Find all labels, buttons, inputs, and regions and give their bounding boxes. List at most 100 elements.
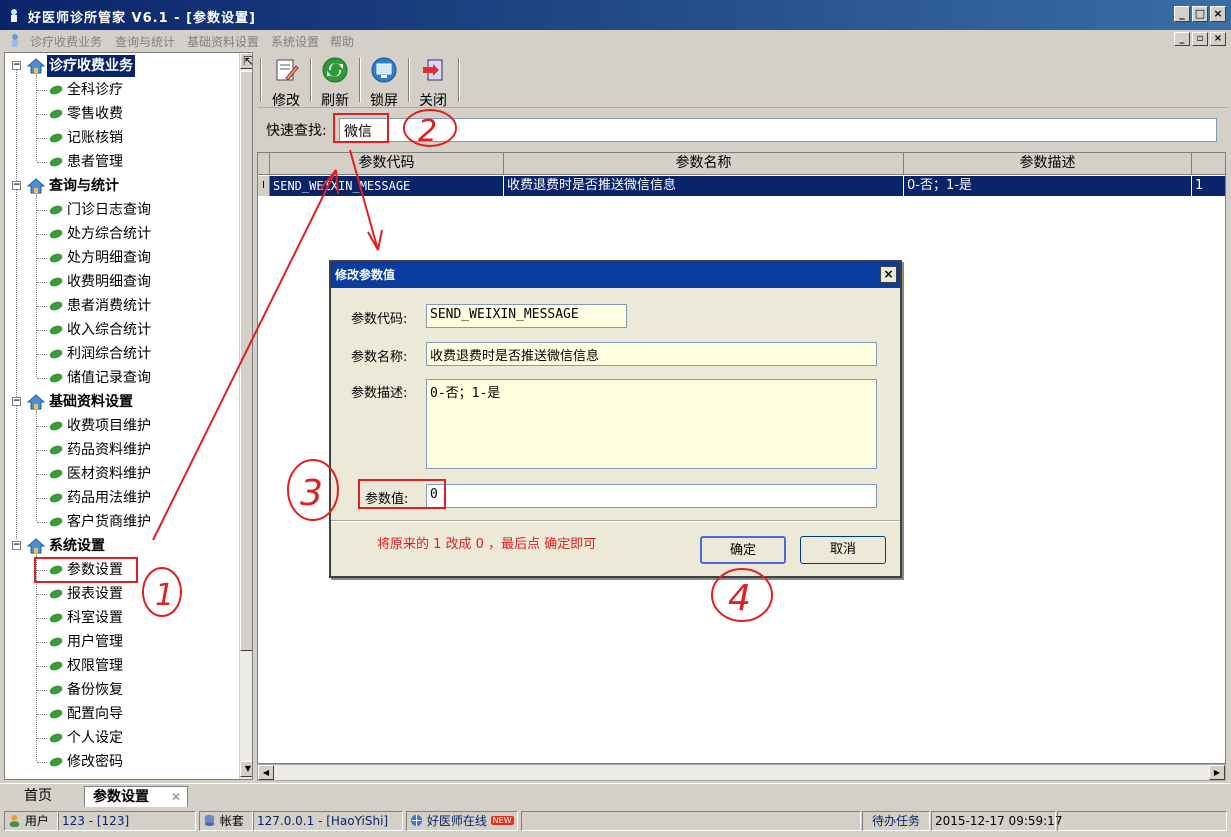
cell-name[interactable]: 收费退费时是否推送微信信息 [504,176,904,196]
scroll-down-icon[interactable]: ▼ [240,761,252,777]
collapse-icon[interactable]: − [12,397,21,406]
leaf-icon [49,301,63,311]
leaf-icon [49,85,63,95]
leaf-icon [49,661,63,671]
status-spacer [521,811,861,831]
tree-group-basic-data[interactable]: − 基础资料设置 [5,391,235,413]
edit-param-dialog: 修改参数值 × 参数代码: SEND_WEIXIN_MESSAGE 参数名称: … [329,260,902,578]
leaf-icon [49,325,63,335]
status-user-value: 123 - [123] [58,811,196,831]
code-field[interactable]: SEND_WEIXIN_MESSAGE [426,304,627,328]
name-field[interactable]: 收费退费时是否推送微信信息 [426,342,877,366]
todo-tasks-link[interactable]: 待办任务 [862,811,930,831]
status-user-label: 用户 [4,811,58,831]
col-header-name[interactable]: 参数名称 [504,153,904,175]
desc-label: 参数描述: [351,386,408,401]
leaf-icon [49,373,63,383]
collapse-icon[interactable]: − [12,61,21,70]
cell-code[interactable]: SEND_WEIXIN_MESSAGE [270,176,504,196]
leaf-icon [49,613,63,623]
menu-basic-data[interactable]: 基础资料设置 [187,33,259,50]
online-link[interactable]: 好医师在线 NEW [406,811,518,831]
leaf-icon [49,757,63,767]
exit-icon [423,59,443,81]
mdi-close-button[interactable]: × [1210,32,1226,46]
lock-screen-button[interactable]: 锁屏 [360,56,408,109]
leaf-icon [49,685,63,695]
maximize-button[interactable]: □ [1192,6,1208,22]
window-title: 好医师诊所管家 V6.1 - [参数设置] [28,11,256,26]
leaf-icon [49,277,63,287]
tree-group-label: 查询与统计 [49,178,119,194]
highlight-param-settings [34,557,138,583]
scroll-thumb[interactable] [240,71,252,651]
status-account-value: 127.0.0.1 - [HaoYiShi] [253,811,403,831]
dialog-title-bar: 修改参数值 × [331,262,900,288]
tree-group-system[interactable]: − 系统设置 [5,535,235,557]
collapse-icon[interactable]: − [12,541,21,550]
refresh-button[interactable]: 刷新 [311,56,359,109]
house-icon [27,178,45,194]
close-window-button[interactable]: 关闭 [409,56,457,109]
dialog-close-button[interactable]: × [880,266,897,283]
menu-app-icon [12,34,18,47]
house-icon [27,394,45,410]
leaf-icon [49,445,63,455]
cell-desc[interactable]: 0-否；1-是 [904,176,1192,196]
leaf-icon [49,109,63,119]
document-tabs: 首页 参数设置 ✕ [0,783,1231,807]
leaf-icon [49,421,63,431]
leaf-icon [49,493,63,503]
col-header-desc[interactable]: 参数描述 [904,153,1192,175]
tree-group-query[interactable]: − 查询与统计 [5,175,235,197]
scroll-left-icon[interactable]: ◀ [258,765,274,780]
tree-group-clinic[interactable]: − 诊疗收费业务 [5,55,235,77]
house-icon [27,58,45,74]
nav-tree: − 诊疗收费业务 全科诊疗 零售收费 记账核销 患者管理 − 查询与统计 门诊日… [4,52,253,780]
ok-button[interactable]: 确定 [700,536,786,564]
value-field[interactable]: 0 [426,484,877,508]
cell-value[interactable]: 1 [1192,176,1225,196]
leaf-icon [49,133,63,143]
leaf-icon [49,253,63,263]
code-label: 参数代码: [351,312,408,327]
grid-hscrollbar[interactable]: ◀ ▶ [257,764,1226,781]
tab-param-settings[interactable]: 参数设置 ✕ [84,786,188,807]
menu-clinic[interactable]: 诊疗收费业务 [30,33,102,50]
scroll-right-icon[interactable]: ▶ [1209,765,1225,780]
status-spacer-right [1057,811,1227,831]
row-header-corner [258,153,270,175]
tree-group-label: 诊疗收费业务 [47,55,135,77]
leaf-icon [49,229,63,239]
mdi-minimize-button[interactable]: _ [1174,32,1190,46]
database-icon [204,814,215,827]
highlight-value [358,479,446,509]
close-button[interactable]: × [1210,6,1226,22]
leaf-icon [49,469,63,479]
pin-icon[interactable]: ⇱ [240,53,252,69]
globe-icon [410,814,423,827]
desc-field[interactable]: 0-否；1-是 [426,379,877,469]
edit-button[interactable]: 修改 [262,56,310,109]
menu-system[interactable]: 系统设置 [271,33,319,50]
col-header-code[interactable]: 参数代码 [270,153,504,175]
collapse-icon[interactable]: − [12,181,21,190]
leaf-icon [49,349,63,359]
tree-group-label: 基础资料设置 [49,394,133,410]
dialog-title: 修改参数值 [335,268,396,282]
menu-help[interactable]: 帮助 [330,33,354,50]
mdi-restore-button[interactable]: ▫ [1192,32,1208,46]
tab-home[interactable]: 首页 [16,786,60,807]
status-bar: 用户 123 - [123] 帐套 127.0.0.1 - [HaoYiShi]… [0,809,1231,837]
user-icon [9,814,20,827]
menu-query[interactable]: 查询与统计 [115,33,175,50]
refresh-icon [322,57,348,83]
leaf-icon [49,517,63,527]
sidebar-scrollbar[interactable]: ⇱ ▼ [239,53,252,779]
col-header-value[interactable] [1192,153,1225,175]
search-input[interactable]: 微信 [339,118,1217,142]
minimize-button[interactable]: _ [1174,6,1190,22]
cancel-button[interactable]: 取消 [800,536,886,564]
instruction-note: 将原来的 1 改成 0 ，最后点 确定即可 [377,537,597,552]
tab-close-icon[interactable]: ✕ [171,787,181,807]
